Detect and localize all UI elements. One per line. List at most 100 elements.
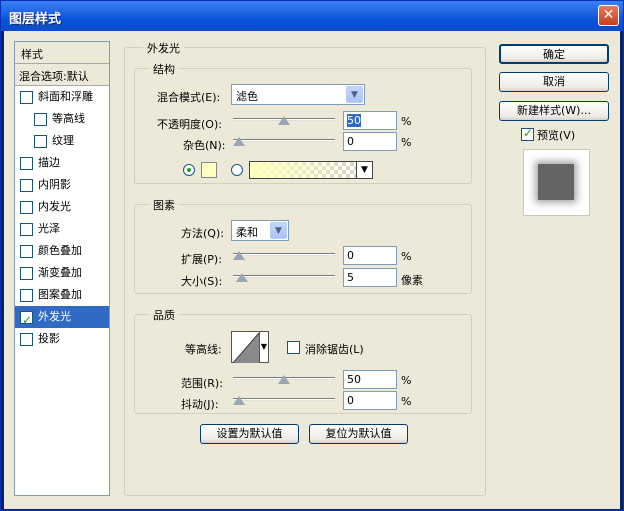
- style-checkbox[interactable]: [34, 112, 47, 126]
- style-checkbox[interactable]: [20, 266, 33, 280]
- chevron-down-icon[interactable]: ▼: [259, 331, 269, 363]
- size-label: 大小(S):: [181, 275, 223, 288]
- slider-thumb[interactable]: [278, 375, 290, 384]
- style-item[interactable]: 斜面和浮雕: [15, 86, 109, 108]
- slider-track: [233, 275, 335, 278]
- opacity-percent: %: [401, 115, 412, 128]
- style-item[interactable]: 渐变叠加: [15, 262, 109, 284]
- technique-value: 柔和: [236, 226, 258, 239]
- style-item[interactable]: 描边: [15, 152, 109, 174]
- jitter-slider[interactable]: [233, 393, 335, 407]
- blend-mode-label: 混合模式(E):: [157, 91, 221, 104]
- window-title: 图层样式: [9, 12, 62, 27]
- noise-percent: %: [401, 136, 412, 149]
- cancel-button[interactable]: 取消: [499, 72, 609, 92]
- blend-mode-select[interactable]: 滤色 ▼: [231, 84, 365, 105]
- style-checkbox[interactable]: [20, 156, 33, 170]
- style-item-label: 内阴影: [38, 178, 71, 191]
- range-input[interactable]: 50: [343, 370, 397, 389]
- style-item[interactable]: 内发光: [15, 196, 109, 218]
- contour-picker[interactable]: ▼: [231, 331, 269, 363]
- elements-title: 图素: [149, 197, 179, 213]
- style-checkbox[interactable]: [20, 178, 33, 192]
- style-checkbox[interactable]: [20, 309, 33, 331]
- size-slider[interactable]: [233, 270, 335, 284]
- slider-thumb[interactable]: [278, 116, 290, 125]
- slider-track: [233, 398, 335, 401]
- ok-button[interactable]: 确定: [499, 44, 609, 64]
- spread-slider[interactable]: [233, 248, 335, 262]
- slider-thumb[interactable]: [233, 251, 245, 260]
- style-item[interactable]: 投影: [15, 328, 109, 350]
- title-bar[interactable]: 图层样式 ✕: [1, 1, 623, 31]
- jitter-percent: %: [401, 395, 412, 408]
- style-item-label: 光泽: [38, 222, 60, 235]
- new-style-button[interactable]: 新建样式(W)...: [499, 101, 609, 121]
- outer-glow-panel: 外发光 结构 混合模式(E): 滤色 ▼ 不透明度(O): 50 % 杂色(N)…: [124, 40, 486, 496]
- styles-list: 样式 混合选项:默认 斜面和浮雕 等高线 纹理描边内阴影内发光光泽颜色叠加渐变叠加图…: [14, 41, 110, 496]
- range-value: 50: [347, 373, 361, 386]
- noise-slider[interactable]: [233, 134, 335, 148]
- slider-track: [233, 139, 335, 142]
- opacity-label: 不透明度(O):: [157, 118, 222, 131]
- chevron-down-icon[interactable]: ▼: [356, 162, 372, 178]
- style-item[interactable]: 内阴影: [15, 174, 109, 196]
- slider-thumb[interactable]: [233, 137, 245, 146]
- style-item-label: 图案叠加: [38, 288, 82, 301]
- slider-thumb[interactable]: [235, 273, 248, 282]
- chevron-down-icon[interactable]: ▼: [270, 222, 287, 239]
- style-item[interactable]: 图案叠加: [15, 284, 109, 306]
- style-checkbox[interactable]: [20, 222, 33, 236]
- preview-label[interactable]: 预览(V): [537, 127, 575, 143]
- noise-input[interactable]: 0: [343, 132, 397, 151]
- style-checkbox[interactable]: [20, 90, 33, 104]
- style-checkbox[interactable]: [20, 244, 33, 258]
- style-checkbox[interactable]: [20, 200, 33, 214]
- style-item[interactable]: 外发光: [15, 306, 109, 331]
- style-item[interactable]: 颜色叠加: [15, 240, 109, 262]
- structure-title: 结构: [149, 61, 179, 77]
- opacity-input[interactable]: 50: [343, 111, 397, 130]
- anti-alias-checkbox[interactable]: [287, 341, 300, 354]
- set-default-button[interactable]: 设置为默认值: [200, 424, 299, 444]
- quality-title: 品质: [149, 307, 179, 323]
- blending-options-item[interactable]: 混合选项:默认: [15, 64, 109, 86]
- glow-color-swatch[interactable]: [201, 162, 217, 178]
- close-button[interactable]: ✕: [598, 5, 619, 26]
- style-item[interactable]: 纹理: [15, 130, 109, 152]
- size-value: 5: [347, 271, 354, 284]
- elements-group: 图素 方法(Q): 柔和 ▼ 扩展(P): 0 % 大小(S): 5 像素: [134, 197, 472, 294]
- jitter-input[interactable]: 0: [343, 391, 397, 410]
- style-item-label: 投影: [38, 332, 60, 345]
- style-item-label: 描边: [38, 156, 60, 169]
- layer-style-dialog: 图层样式 ✕ 样式 混合选项:默认 斜面和浮雕 等高线 纹理描边内阴影内发光光泽颜色…: [0, 0, 624, 511]
- opacity-slider[interactable]: [233, 113, 335, 127]
- style-checkbox[interactable]: [20, 288, 33, 302]
- size-unit: 像素: [401, 274, 423, 287]
- gradient-radio[interactable]: [231, 164, 243, 176]
- preview-checkbox[interactable]: [521, 126, 534, 141]
- style-item[interactable]: 等高线: [15, 108, 109, 130]
- anti-alias-label[interactable]: 消除锯齿(L): [305, 341, 364, 357]
- chevron-down-icon[interactable]: ▼: [346, 86, 363, 103]
- spread-input[interactable]: 0: [343, 246, 397, 265]
- solid-color-radio[interactable]: [183, 164, 195, 176]
- contour-curve-icon: [233, 333, 259, 363]
- dialog-body: 样式 混合选项:默认 斜面和浮雕 等高线 纹理 描边 内阴影 内发光 光泽 颜色叠加 渐变叠加图…: [4, 31, 620, 509]
- noise-value: 0: [347, 135, 354, 148]
- style-checkbox[interactable]: [20, 332, 33, 346]
- quality-group: 品质 等高线: ▼ 消除锯齿(L) 范围(R): 50 % 抖动(J): 0 %: [134, 307, 472, 414]
- jitter-label: 抖动(J):: [181, 398, 219, 411]
- technique-select[interactable]: 柔和 ▼: [231, 220, 289, 241]
- range-slider[interactable]: [233, 372, 335, 386]
- style-item-label: 外发光: [38, 310, 71, 323]
- style-item-label: 颜色叠加: [38, 244, 82, 257]
- close-icon: ✕: [602, 7, 615, 23]
- gradient-picker[interactable]: ▼: [249, 161, 373, 179]
- slider-thumb[interactable]: [233, 396, 245, 405]
- reset-default-button[interactable]: 复位为默认值: [309, 424, 408, 444]
- style-checkbox[interactable]: [34, 134, 47, 148]
- styles-header[interactable]: 样式: [15, 42, 109, 64]
- size-input[interactable]: 5: [343, 268, 397, 287]
- style-item[interactable]: 光泽: [15, 218, 109, 240]
